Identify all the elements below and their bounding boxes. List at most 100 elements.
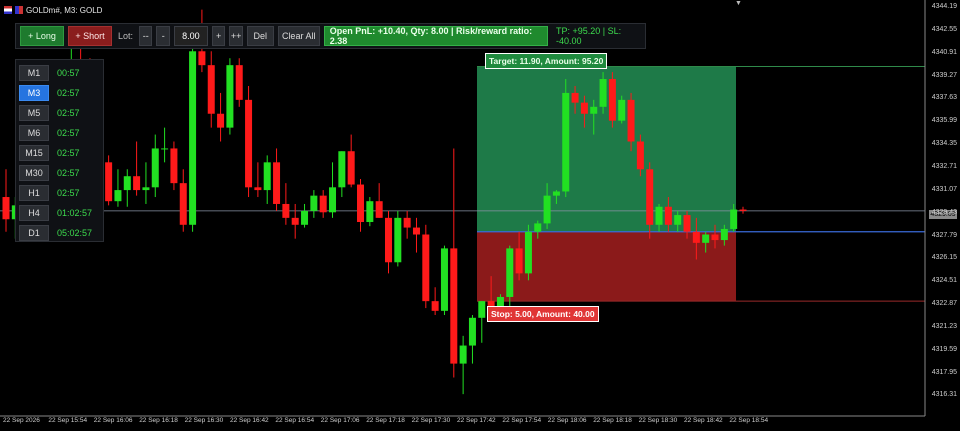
timeframe-button-m30[interactable]: M30 xyxy=(19,165,49,181)
bear-candle xyxy=(515,248,523,274)
open-pnl-display: Open PnL: +10.40, Qty: 8.00 | Risk/rewar… xyxy=(323,26,549,46)
bull-candle xyxy=(524,231,532,274)
bull-candle xyxy=(329,187,337,213)
bull-candle xyxy=(366,201,374,223)
timeframe-button-h4[interactable]: H4 xyxy=(19,205,49,221)
time-tick-label: 22 Sep 18:54 xyxy=(729,417,769,424)
symbol-flag-icon-2 xyxy=(15,6,23,14)
timeframe-row: M6 02:57 xyxy=(19,125,80,141)
timeframe-row: H1 02:57 xyxy=(19,185,80,201)
time-tick-label: 22 Sep 15:54 xyxy=(48,417,88,424)
bull-candle xyxy=(543,195,551,224)
bear-candle xyxy=(608,79,616,121)
price-tick-label: 4334.35 xyxy=(931,140,957,148)
bull-candle xyxy=(674,215,682,225)
bull-candle xyxy=(226,65,234,128)
bull-candle xyxy=(702,234,710,243)
bull-candle xyxy=(590,106,598,114)
bull-candle xyxy=(114,190,122,202)
price-chart[interactable] xyxy=(0,0,960,431)
timeframe-countdown: 02:57 xyxy=(57,168,80,178)
lot-label: Lot: xyxy=(118,31,134,41)
timeframe-countdown: 02:57 xyxy=(57,128,80,138)
time-tick-label: 22 Sep 16:54 xyxy=(275,417,315,424)
short-button[interactable]: + Short xyxy=(68,26,112,46)
bear-candle xyxy=(450,248,458,364)
bull-candle xyxy=(618,99,626,121)
bear-candle xyxy=(319,195,327,213)
timeframe-button-m3[interactable]: M3 xyxy=(19,85,49,101)
bear-candle xyxy=(245,99,253,188)
bear-candle xyxy=(683,215,691,232)
timeframe-row: M15 02:57 xyxy=(19,145,80,161)
time-tick-label: 22 Sep 16:06 xyxy=(93,417,133,424)
timeframe-countdown: 02:57 xyxy=(57,108,80,118)
lot-decrease-big-button[interactable]: -- xyxy=(139,26,153,46)
timeframe-countdown: 01:02:57 xyxy=(57,208,93,218)
bear-candle xyxy=(133,176,141,191)
delete-button[interactable]: Del xyxy=(246,26,274,46)
bear-candle xyxy=(179,183,187,225)
bear-candle xyxy=(357,184,365,223)
price-tick-label: 4337.63 xyxy=(931,94,957,102)
lot-decrease-button[interactable]: - xyxy=(156,26,170,46)
timeframe-row: M3 02:57 xyxy=(19,85,80,101)
bear-candle xyxy=(291,217,299,225)
long-button[interactable]: + Long xyxy=(20,26,64,46)
bear-candle xyxy=(422,234,430,302)
bull-candle xyxy=(655,206,663,225)
price-tick-label: 4321.23 xyxy=(931,322,957,330)
lot-input[interactable] xyxy=(173,26,208,46)
time-tick-label: 22 Sep 17:42 xyxy=(457,417,496,424)
bull-candle xyxy=(720,228,728,241)
clear-all-button[interactable]: Clear All xyxy=(277,26,320,46)
stop-tag[interactable]: Stop: 5.00, Amount: 40.00 xyxy=(487,306,599,322)
bear-candle xyxy=(580,102,588,114)
bull-candle xyxy=(599,79,607,107)
timeframe-panel: M1 00:57 M3 02:57 M5 02:57 M6 02:57 M15 … xyxy=(15,59,104,242)
window-title: GOLDm#, M3: GOLD xyxy=(4,3,102,17)
timeframe-button-m1[interactable]: M1 xyxy=(19,65,49,81)
lot-increase-big-button[interactable]: ++ xyxy=(229,26,243,46)
timeframe-countdown: 02:57 xyxy=(57,188,80,198)
time-tick-label: 22 Sep 2026 xyxy=(3,417,40,424)
target-tag[interactable]: Target: 11.90, Amount: 95.20 xyxy=(485,53,608,69)
timeframe-button-m6[interactable]: M6 xyxy=(19,125,49,141)
bull-candle xyxy=(552,191,560,196)
bull-candle xyxy=(161,148,169,150)
trade-toolbar: + Long + Short Lot: -- - + ++ Del Clear … xyxy=(15,23,646,49)
bear-candle xyxy=(375,201,383,218)
timeframe-row: D1 05:02:57 xyxy=(19,225,92,241)
price-tick-label: 4326.15 xyxy=(931,254,957,262)
price-tick-label: 4342.55 xyxy=(931,25,957,33)
timeframe-button-m15[interactable]: M15 xyxy=(19,145,49,161)
bear-candle xyxy=(711,234,719,241)
chart-shift-icon[interactable]: ▼ xyxy=(735,0,742,7)
chart-title: GOLDm#, M3: GOLD xyxy=(26,5,103,15)
price-tick-label: 4344.19 xyxy=(931,3,957,10)
bear-candle xyxy=(739,209,747,211)
bear-candle xyxy=(431,301,439,311)
price-tick-label: 4322.87 xyxy=(931,300,957,308)
bear-candle xyxy=(692,231,700,243)
bear-candle xyxy=(282,203,290,218)
time-tick-label: 22 Sep 17:06 xyxy=(320,417,360,424)
bear-candle xyxy=(571,92,579,103)
time-tick-label: 22 Sep 16:18 xyxy=(139,417,178,424)
timeframe-button-h1[interactable]: H1 xyxy=(19,185,49,201)
timeframe-countdown: 00:57 xyxy=(57,68,80,78)
bull-candle xyxy=(459,345,467,364)
bear-candle xyxy=(235,65,243,100)
time-tick-label: 22 Sep 18:42 xyxy=(684,417,723,424)
bull-candle xyxy=(730,209,738,229)
bear-candle xyxy=(2,197,10,220)
bull-candle xyxy=(562,92,570,192)
lot-increase-button[interactable]: + xyxy=(211,26,226,46)
timeframe-row: M1 00:57 xyxy=(19,65,80,81)
timeframe-button-m5[interactable]: M5 xyxy=(19,105,49,121)
timeframe-button-d1[interactable]: D1 xyxy=(19,225,49,241)
timeframe-row: M30 02:57 xyxy=(19,165,80,181)
bull-candle xyxy=(478,301,486,318)
price-tick-label: 4327.79 xyxy=(931,231,957,239)
timeframe-countdown: 02:57 xyxy=(57,88,80,98)
